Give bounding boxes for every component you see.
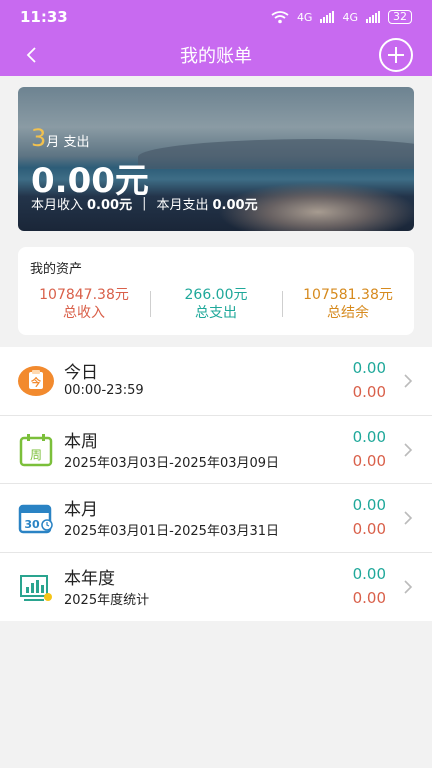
assets-card: 我的资产 107847.38元 总收入 266.00元 总支出 107581.3… <box>18 247 414 335</box>
month-number: 3 <box>31 124 47 152</box>
banner-mountains <box>138 139 414 169</box>
month-suffix: 月 <box>46 135 60 150</box>
period-name: 今日 <box>64 363 98 383</box>
chevron-right-icon <box>404 442 413 457</box>
total-balance: 107581.38元 总结余 <box>282 286 414 322</box>
total-balance-value: 107581.38元 <box>303 287 393 303</box>
period-expense: 0.00 <box>352 588 386 607</box>
today-icon-text: 今 <box>30 376 42 389</box>
total-income: 107847.38元 总收入 <box>18 286 150 322</box>
period-expense: 0.00 <box>352 383 386 401</box>
month-icon-text: 30 <box>24 518 40 531</box>
chevron-left-icon[interactable] <box>20 40 44 70</box>
period-name: 本年度 <box>64 568 115 589</box>
plus-circle-icon[interactable] <box>379 38 413 72</box>
period-expense: 0.00 <box>352 520 386 538</box>
signal-icon <box>320 11 335 23</box>
network-label-1: 4G <box>296 10 313 24</box>
period-range: 2025年03月03日-2025年03月09日 <box>64 455 280 471</box>
month-summary-banner: 3月 支出 0.00元 本月收入 0.00元 | 本月支出 0.00元 <box>18 87 414 231</box>
period-range: 00:00-23:59 <box>64 383 144 398</box>
week-icon-text: 周 <box>30 448 42 462</box>
income-value: 0.00元 <box>87 198 133 213</box>
battery-icon: 32 <box>388 10 412 24</box>
year-chart-icon <box>20 574 52 601</box>
signal-icon-2 <box>366 11 380 23</box>
separator: | <box>142 196 147 211</box>
period-row-week[interactable]: 周 本周 2025年03月03日-2025年03月09日 0.00 0.00 <box>0 416 432 484</box>
chevron-right-icon <box>404 374 413 388</box>
period-income: 0.00 <box>352 427 386 446</box>
network-label-2: 4G <box>342 10 358 24</box>
period-income: 0.00 <box>352 359 386 377</box>
period-row-year[interactable]: 本年度 2025年度统计 0.00 0.00 <box>0 553 432 622</box>
total-expense: 266.00元 总支出 <box>150 286 282 322</box>
page-title: 我的账单 <box>180 46 252 67</box>
period-name: 本月 <box>64 500 98 520</box>
period-row-month[interactable]: 30 本月 2025年03月01日-2025年03月31日 0.00 0.00 <box>0 484 432 553</box>
month-type-label: 3月 支出 <box>31 124 89 152</box>
month-calendar-icon: 30 <box>18 504 53 534</box>
total-income-label: 总收入 <box>63 305 105 321</box>
period-range: 2025年度统计 <box>64 592 150 608</box>
today-clipboard-icon: 今 <box>18 366 54 396</box>
expense-value: 0.00元 <box>212 198 258 213</box>
period-range: 2025年03月01日-2025年03月31日 <box>64 524 280 539</box>
status-bar: 11:33 4G 4G 32 <box>0 0 432 34</box>
status-time: 11:33 <box>20 8 68 26</box>
period-list: 今 今日 00:00-23:59 0.00 0.00 周 本周 2025年03月… <box>0 347 432 621</box>
app-header: 我的账单 <box>0 34 432 76</box>
month-income-expense: 本月收入 0.00元 | 本月支出 0.00元 <box>31 194 258 213</box>
chevron-right-icon <box>404 579 413 594</box>
period-expense: 0.00 <box>352 451 386 470</box>
period-row-today[interactable]: 今 今日 00:00-23:59 0.00 0.00 <box>0 347 432 416</box>
chevron-right-icon <box>404 511 413 525</box>
period-name: 本周 <box>64 431 98 452</box>
income-label: 本月收入 <box>31 198 84 213</box>
total-expense-value: 266.00元 <box>184 287 248 303</box>
period-income: 0.00 <box>352 564 386 583</box>
type-label: 支出 <box>63 135 90 150</box>
total-income-value: 107847.38元 <box>39 287 129 303</box>
assets-title: 我的资产 <box>30 262 83 277</box>
expense-label: 本月支出 <box>156 198 209 213</box>
period-income: 0.00 <box>352 496 386 514</box>
total-expense-label: 总支出 <box>195 305 237 321</box>
wifi-icon <box>271 10 289 23</box>
total-balance-label: 总结余 <box>327 305 369 321</box>
status-indicators: 4G 4G 32 <box>271 10 412 24</box>
week-calendar-icon: 周 <box>19 433 53 466</box>
